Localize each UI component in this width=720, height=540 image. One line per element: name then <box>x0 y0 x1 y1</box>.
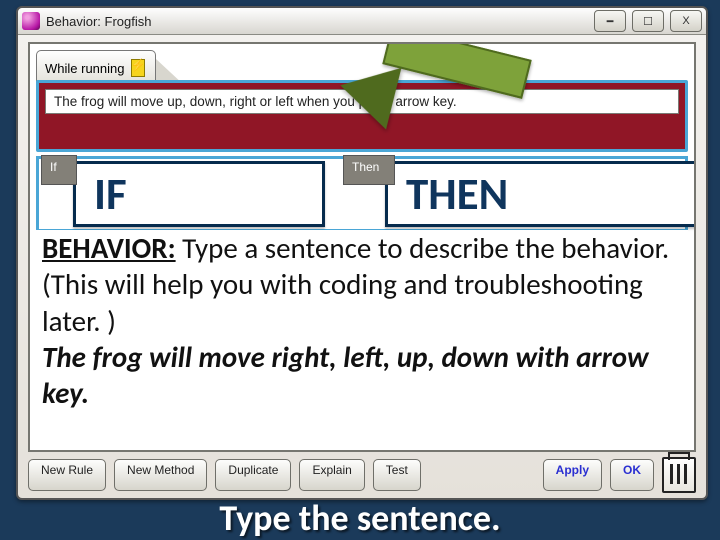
window-content: While running The frog will move up, dow… <box>28 42 696 452</box>
new-method-button[interactable]: New Method <box>114 459 207 491</box>
instruction-overlay: BEHAVIOR: Type a sentence to describe th… <box>36 230 688 448</box>
behavior-description-input[interactable]: The frog will move up, down, right or le… <box>45 89 679 114</box>
test-button[interactable]: Test <box>373 459 421 491</box>
slide-root: Behavior: Frogfish ━ ☐ X While running <box>0 0 720 540</box>
behavior-window: Behavior: Frogfish ━ ☐ X While running <box>16 6 708 500</box>
if-callout: IF <box>73 161 325 227</box>
bottom-button-bar: New Rule New Method Duplicate Explain Te… <box>28 458 696 492</box>
maximize-button[interactable]: ☐ <box>632 10 664 32</box>
rule-row: If IF Then THEN <box>36 156 688 232</box>
explain-button[interactable]: Explain <box>299 459 364 491</box>
window-buttons: ━ ☐ X <box>594 10 702 32</box>
minimize-button[interactable]: ━ <box>594 10 626 32</box>
trash-icon[interactable] <box>662 457 696 493</box>
new-rule-button[interactable]: New Rule <box>28 459 106 491</box>
instruction-example: The frog will move right, left, up, down… <box>42 339 649 411</box>
if-caption: If <box>41 155 77 185</box>
slide-banner: Type the sentence. <box>0 496 720 540</box>
lightning-icon <box>131 59 145 77</box>
then-callout: THEN <box>385 161 696 227</box>
apply-button[interactable]: Apply <box>543 459 602 491</box>
trigger-tab-label: While running <box>45 61 125 76</box>
close-button[interactable]: X <box>670 10 702 32</box>
ok-button[interactable]: OK <box>610 459 654 491</box>
window-title: Behavior: Frogfish <box>46 14 152 29</box>
app-icon <box>22 12 40 30</box>
then-caption: Then <box>343 155 395 185</box>
slide-banner-text: Type the sentence. <box>219 496 500 540</box>
window-titlebar: Behavior: Frogfish ━ ☐ X <box>18 8 706 35</box>
duplicate-button[interactable]: Duplicate <box>215 459 291 491</box>
behavior-description-area: The frog will move up, down, right or le… <box>36 80 688 152</box>
instruction-lead: BEHAVIOR: <box>42 230 176 266</box>
